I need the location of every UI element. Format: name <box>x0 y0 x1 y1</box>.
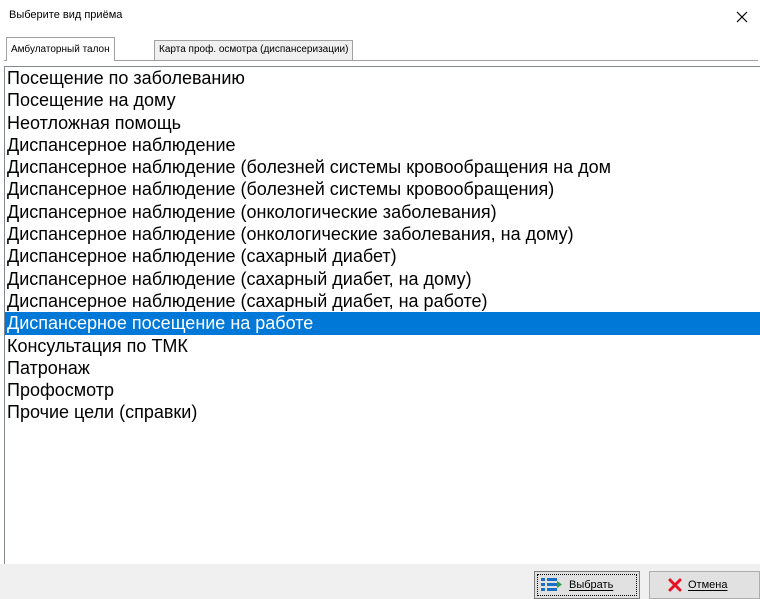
cancel-button[interactable]: Отмена <box>649 571 760 599</box>
tab-strip: Амбулаторный талон Карта проф. осмотра (… <box>4 37 758 61</box>
list-item[interactable]: Диспансерное наблюдение (сахарный диабет… <box>5 268 760 290</box>
list-item[interactable]: Патронаж <box>5 357 760 379</box>
title-bar: Выберите вид приёма <box>0 0 760 34</box>
list-item[interactable]: Профосмотр <box>5 379 760 401</box>
cancel-button-label: Отмена <box>688 579 728 591</box>
list-item[interactable]: Диспансерное наблюдение <box>5 134 760 156</box>
red-x-icon <box>668 578 682 592</box>
select-button-label: Выбрать <box>569 579 614 591</box>
list-item[interactable]: Посещение на дому <box>5 89 760 111</box>
close-icon <box>736 11 748 23</box>
button-bar: Выбрать Отмена <box>0 564 760 599</box>
list-item[interactable]: Диспансерное наблюдение (сахарный диабет… <box>5 245 760 267</box>
tab-prof-exam-card[interactable]: Карта проф. осмотра (диспансеризации) <box>154 40 354 60</box>
list-item[interactable]: Консультация по ТМК <box>5 335 760 357</box>
list-item[interactable]: Диспансерное наблюдение (болезней систем… <box>5 178 760 200</box>
list-item[interactable]: Посещение по заболеванию <box>5 67 760 89</box>
list-item[interactable]: Диспансерное наблюдение (болезней систем… <box>5 156 760 178</box>
list-item[interactable]: Неотложная помощь <box>5 112 760 134</box>
window-title: Выберите вид приёма <box>9 9 123 21</box>
tab-outpatient-ticket[interactable]: Амбулаторный талон <box>6 37 115 61</box>
list-select-icon <box>541 577 563 593</box>
visit-type-list[interactable]: Посещение по заболеванию Посещение на до… <box>4 66 760 564</box>
list-item[interactable]: Прочие цели (справки) <box>5 401 760 423</box>
list-item[interactable]: Диспансерное наблюдение (сахарный диабет… <box>5 290 760 312</box>
list-item[interactable]: Диспансерное посещение на работе <box>5 312 760 335</box>
close-button[interactable] <box>728 4 756 30</box>
list-item[interactable]: Диспансерное наблюдение (онкологические … <box>5 201 760 223</box>
list-item[interactable]: Диспансерное наблюдение (онкологические … <box>5 223 760 245</box>
select-button[interactable]: Выбрать <box>534 571 640 599</box>
